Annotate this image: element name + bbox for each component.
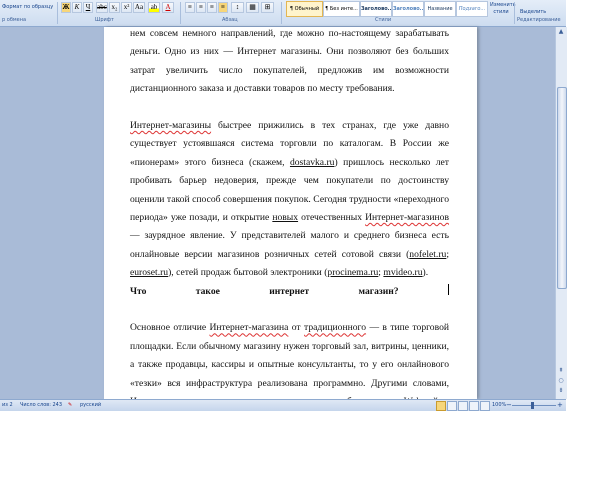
font-color-button[interactable]: A [162,2,174,13]
clipboard-group-label: р обмена [2,17,27,23]
document-page[interactable]: нем совсем немного направлений, где можн… [104,27,477,399]
styles-group-label: Стили [375,17,392,23]
text-run: ; [446,248,449,260]
highlight-color-icon[interactable]: ab [148,2,160,13]
link-euroset[interactable]: euroset.ru [130,267,168,278]
paragraph-2: Интернет-магазины быстрее прижились в те… [130,117,449,283]
strikethrough-button[interactable]: abc [96,2,108,13]
line-spacing-icon[interactable]: ↕ [231,2,244,13]
select-button[interactable]: Выделить [520,9,546,16]
paragraph-3: Основное отличие Интернет-магазина от тр… [130,319,449,399]
document-body[interactable]: нем совсем немного направлений, где можн… [130,27,449,399]
style-heading-2[interactable]: Заголово... [392,1,424,17]
text-run: — заурядное явление. У представителей ма… [130,230,449,260]
document-workspace: нем совсем немного направлений, где можн… [0,27,566,399]
heading-text: Что такое интернет магазин? [130,285,399,297]
paragraph-group-label: Абзац [222,17,238,23]
spell-error[interactable]: традиционного [304,322,366,333]
text-run: ). [422,267,429,279]
link-procinema[interactable]: procinema.ru [327,267,378,278]
align-right-icon[interactable]: ≡ [207,2,217,13]
separator [57,2,58,24]
empty-line [130,99,449,117]
text-cursor [447,283,449,295]
page-count[interactable]: из 2 [2,402,13,408]
next-page-icon[interactable]: ⇟ [557,387,565,395]
zoom-slider-knob[interactable] [531,402,534,409]
word-count[interactable]: Число слов: 243 [20,402,62,408]
borders-icon[interactable]: ⊞ [261,2,274,13]
separator [281,2,282,24]
spell-error[interactable]: Интернет-магазинов [365,212,449,223]
browse-object-icon[interactable]: ○ [557,377,565,385]
text-run: отечественных [298,212,366,224]
style-subtitle[interactable]: Подзаго... [456,1,488,17]
style-heading-1[interactable]: Заголово... [360,1,392,17]
editing-group-label: Редактирование [517,17,561,23]
text-run: Основное отличие [130,322,210,334]
empty-line [130,301,449,319]
format-painter-button[interactable]: Формат по образцу [2,4,53,11]
text-run: от [288,322,305,334]
zoom-out-icon[interactable]: − [506,401,512,409]
language-indicator[interactable]: русский [80,402,101,408]
paragraph-1: нем совсем немного направлений, где можн… [130,28,449,95]
italic-button[interactable]: К [72,2,82,13]
bold-button[interactable]: Ж [61,2,71,13]
zoom-in-icon[interactable]: + [557,401,563,409]
scroll-up-icon[interactable]: ▲ [557,28,565,36]
link-mvideo[interactable]: mvideo.ru [383,267,422,278]
ribbon: Формат по образцу р обмена Ж К Ч abc x₂ … [0,0,566,27]
outline-view-icon[interactable] [469,401,479,411]
previous-page-icon[interactable]: ⇞ [557,367,565,375]
subscript-button[interactable]: x₂ [109,2,120,13]
change-case-button[interactable]: Aa [133,2,145,13]
status-bar: из 2 Число слов: 243 ✎ русский 100% − + [0,399,566,411]
underline-button[interactable]: Ч [83,2,93,13]
align-left-icon[interactable]: ≡ [185,2,195,13]
font-group-label: Шрифт [95,17,114,23]
link-dostavka[interactable]: dostavka.ru [290,157,335,168]
link-new[interactable]: новых [272,212,298,223]
web-layout-view-icon[interactable] [458,401,468,411]
style-title[interactable]: Название [424,1,456,17]
draft-view-icon[interactable] [480,401,490,411]
separator [514,2,515,24]
change-styles-button[interactable]: Изменить стили [490,2,516,16]
text-run: — в типе торговой площадки. Если обычном… [130,322,449,399]
separator [180,2,181,24]
style-normal[interactable]: ¶ Обычный [286,1,323,17]
zoom-level[interactable]: 100% [492,402,506,408]
vertical-scrollbar[interactable]: ▲ ⇞ ○ ⇟ [555,27,567,399]
style-no-spacing[interactable]: ¶ Без инте... [323,1,360,17]
shading-icon[interactable]: ▦ [246,2,259,13]
align-center-icon[interactable]: ≡ [196,2,206,13]
align-justify-icon[interactable]: ≡ [218,2,228,13]
text-run: ), сетей продаж бытовой электроники ( [168,267,328,279]
scrollbar-thumb[interactable] [557,87,567,289]
section-heading: Что такое интернет магазин? [130,283,449,301]
full-screen-view-icon[interactable] [447,401,457,411]
link-nofelet[interactable]: nofelet.ru [409,249,446,260]
superscript-button[interactable]: x² [121,2,132,13]
spell-error[interactable]: Интернет-магазина [210,322,289,333]
spell-error[interactable]: Интернет-магазины [130,120,211,131]
proofing-icon[interactable]: ✎ [68,402,72,408]
zoom-slider[interactable] [512,405,556,406]
print-layout-view-icon[interactable] [436,401,446,411]
